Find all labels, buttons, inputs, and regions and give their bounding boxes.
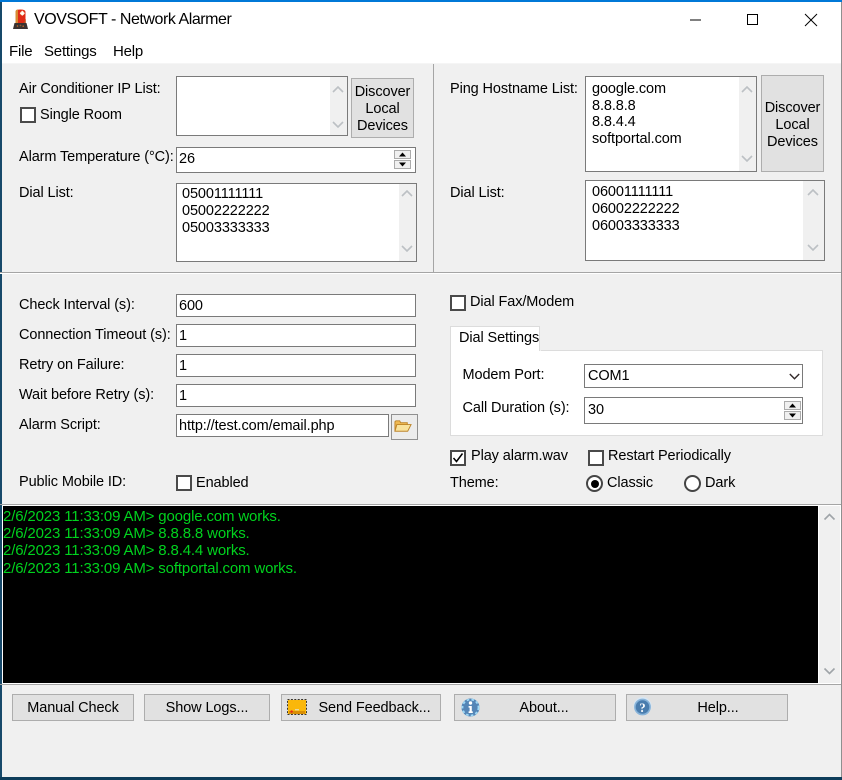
svg-text:?: ? <box>639 701 645 715</box>
